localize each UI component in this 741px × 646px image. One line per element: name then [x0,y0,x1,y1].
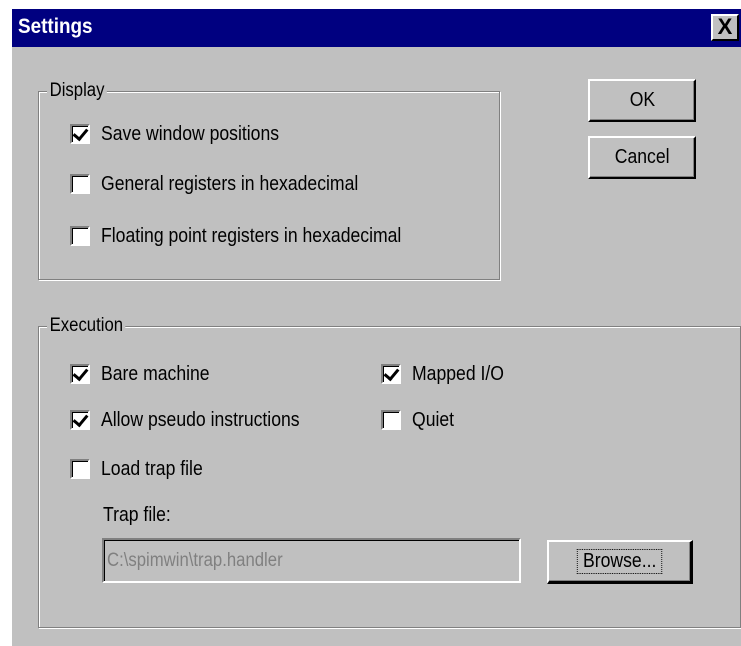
checkbox-label: General registers in hexadecimal [101,172,359,195]
general-registers-hex-checkbox[interactable]: General registers in hexadecimal [70,171,393,197]
checkbox-label: Save window positions [101,122,280,145]
checkbox-box[interactable] [70,410,90,430]
checkbox-label: Mapped I/O [412,362,504,385]
quiet-checkbox[interactable]: Quiet [381,407,460,433]
checkbox-box[interactable] [70,364,90,384]
mapped-io-checkbox[interactable]: Mapped I/O [381,361,517,387]
save-window-positions-checkbox[interactable]: Save window positions [70,121,303,147]
bare-machine-checkbox[interactable]: Bare machine [70,361,224,387]
checkbox-label: Floating point registers in hexadecimal [101,224,402,247]
display-legend: Display [47,80,108,102]
checkbox-box[interactable] [70,459,90,479]
checkbox-label: Quiet [412,408,455,431]
checkbox-box[interactable] [381,410,401,430]
trap-file-label: Trap file: [103,504,171,526]
trap-file-value: C:\spimwin\trap.handler [107,549,283,571]
load-trap-file-checkbox[interactable]: Load trap file [70,456,217,482]
trap-file-input[interactable]: C:\spimwin\trap.handler [102,538,521,583]
allow-pseudo-instructions-checkbox[interactable]: Allow pseudo instructions [70,407,327,433]
execution-legend: Execution [47,315,126,337]
cancel-label: Cancel [614,146,670,168]
browse-label: Browse... [576,549,663,574]
checkbox-label: Bare machine [101,362,210,385]
browse-button[interactable]: Browse... [547,540,693,584]
cancel-button[interactable]: Cancel [588,136,696,179]
checkbox-box[interactable] [70,124,90,144]
settings-dialog: Settings X Display Save window positions… [10,7,741,646]
ok-label: OK [629,89,655,111]
close-icon: X [717,14,733,39]
close-button[interactable]: X [711,14,739,41]
ok-button[interactable]: OK [588,79,696,122]
window-title: Settings [18,15,93,38]
floating-point-registers-hex-checkbox[interactable]: Floating point registers in hexadecimal [70,223,442,249]
title-bar[interactable]: Settings X [12,9,741,47]
checkbox-label: Load trap file [101,457,203,480]
checkbox-box[interactable] [70,226,90,246]
checkbox-box[interactable] [70,174,90,194]
checkbox-label: Allow pseudo instructions [101,408,300,431]
checkbox-box[interactable] [381,364,401,384]
